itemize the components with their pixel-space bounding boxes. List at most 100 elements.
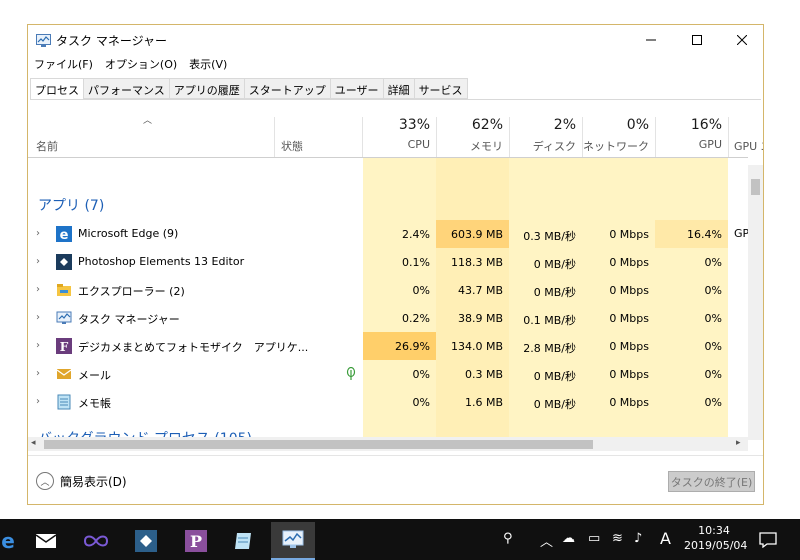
cpu-total[interactable]: 33% (364, 117, 430, 133)
chevron-right-icon[interactable]: › (36, 284, 40, 295)
chevron-right-icon[interactable]: › (36, 340, 40, 351)
process-row-task-manager[interactable]: › タスク マネージャー 0.2% 38.9 MB 0.1 MB/秒 0 Mbp… (28, 304, 748, 332)
column-header-disk[interactable]: ディスク (510, 138, 576, 154)
memory-value: 118.3 MB (450, 256, 503, 269)
edge-icon: e (1, 530, 15, 552)
gpu-value: 0% (704, 256, 722, 269)
maximize-button[interactable] (674, 25, 720, 55)
gpu-total[interactable]: 16% (656, 117, 722, 133)
people-icon[interactable]: ⚲ (503, 531, 513, 546)
cpu-value: 26.9% (363, 332, 436, 360)
disk-total[interactable]: 2% (510, 117, 576, 133)
horizontal-scroll-thumb[interactable] (44, 440, 593, 449)
action-center-icon[interactable] (759, 532, 777, 548)
menu-file[interactable]: ファイル(F) (34, 56, 93, 74)
group-title-apps[interactable]: アプリ (7) (38, 195, 104, 215)
horizontal-scrollbar[interactable]: ◂ ▸ (28, 437, 748, 451)
end-task-button[interactable]: タスクの終了(E) (668, 471, 755, 492)
simple-view-button[interactable]: ︿ 簡易表示(D) (36, 470, 127, 492)
process-row-notepad[interactable]: › メモ帳 0% 1.6 MB 0 MB/秒 0 Mbps 0% (28, 388, 748, 416)
process-row-photo-mosaic[interactable]: › F デジカメまとめてフォトモザイク アプリケ... 26.9% 134.0 … (28, 332, 748, 360)
tab-users[interactable]: ユーザー (330, 78, 384, 99)
taskbar-photoshop[interactable] (124, 522, 168, 560)
vertical-scroll-thumb[interactable] (751, 179, 760, 195)
svg-text:P: P (190, 532, 202, 551)
chevron-right-icon[interactable]: › (36, 396, 40, 407)
taskbar-task-manager[interactable] (271, 522, 315, 560)
menu-options[interactable]: オプション(O) (105, 56, 177, 74)
process-row-photoshop[interactable]: › Photoshop Elements 13 Editor 0.1% 118.… (28, 248, 748, 276)
chevron-right-icon[interactable]: › (36, 368, 40, 379)
network-value: 0 Mbps (609, 396, 649, 409)
photo-mosaic-app-icon: P (185, 530, 207, 552)
column-divider[interactable] (274, 117, 275, 157)
volume-icon[interactable]: ♪ (634, 531, 642, 546)
network-total[interactable]: 0% (583, 117, 649, 133)
process-row-mail[interactable]: › メール 0% 0.3 MB 0 MB/秒 0 Mbps 0% (28, 360, 748, 388)
tab-strip: プロセス パフォーマンス アプリの履歴 スタートアップ ユーザー 詳細 サービス (30, 78, 468, 100)
disk-value: 0 MB/秒 (533, 258, 576, 271)
taskbar-infinity-app[interactable] (74, 522, 118, 560)
infinity-icon (83, 535, 109, 547)
task-manager-icon (36, 34, 51, 47)
photoshop-elements-icon (56, 254, 72, 270)
sort-up-icon[interactable]: ︿ (143, 113, 152, 126)
photoshop-elements-icon (135, 530, 157, 552)
tab-processes[interactable]: プロセス (30, 78, 84, 100)
column-divider[interactable] (728, 117, 729, 157)
wifi-icon[interactable]: ≋ (612, 531, 623, 546)
tab-performance[interactable]: パフォーマンス (84, 78, 170, 99)
onedrive-cloud-icon[interactable]: ☁ (562, 531, 575, 546)
network-value: 0 Mbps (609, 284, 649, 297)
battery-icon[interactable]: ▭ (588, 531, 600, 546)
menu-view[interactable]: 表示(V) (189, 56, 227, 74)
column-header-gpu-engine[interactable]: GPU エ (734, 138, 763, 154)
network-value: 0 Mbps (609, 312, 649, 325)
minimize-button[interactable] (628, 25, 674, 55)
process-name: メール (78, 369, 111, 382)
notepad-icon (235, 533, 251, 549)
mail-icon (35, 534, 57, 548)
close-button[interactable] (719, 25, 765, 55)
process-row-explorer[interactable]: › エクスプローラー (2) 0% 43.7 MB 0 MB/秒 0 Mbps … (28, 276, 748, 304)
minimize-icon (646, 39, 656, 41)
tab-startup[interactable]: スタートアップ (244, 78, 331, 99)
chevron-right-icon[interactable]: › (36, 312, 40, 323)
column-header-status[interactable]: 状態 (281, 138, 303, 154)
column-header-network[interactable]: ネットワーク (583, 138, 649, 154)
scroll-right-icon[interactable]: ▸ (736, 438, 741, 448)
taskbar-mail[interactable] (24, 522, 68, 560)
column-header-name[interactable]: 名前 (36, 138, 58, 154)
cpu-value: 0% (412, 396, 430, 409)
chevron-up-icon[interactable]: ︿ (540, 531, 553, 550)
suspended-leaf-icon (346, 367, 356, 380)
tab-services[interactable]: サービス (414, 78, 468, 99)
gpu-engine-value: GP (734, 227, 750, 240)
clock[interactable]: 10:34 2019/05/04 (684, 523, 747, 553)
tab-details[interactable]: 詳細 (383, 78, 415, 99)
memory-value: 38.9 MB (457, 312, 503, 325)
ime-indicator[interactable]: A (660, 529, 671, 548)
column-header-gpu[interactable]: GPU (656, 138, 722, 151)
vertical-scrollbar[interactable] (748, 165, 763, 440)
cpu-value: 0.1% (402, 256, 430, 269)
memory-total[interactable]: 62% (437, 117, 503, 133)
memory-value: 43.7 MB (457, 284, 503, 297)
process-table: ︿ 名前 状態 33% CPU 62% メモリ 2% ディスク 0% ネットワー… (28, 101, 763, 451)
simple-view-label: 簡易表示(D) (60, 474, 127, 489)
task-manager-window: タスク マネージャー ファイル(F) オプション(O) 表示(V) プロセス パ… (27, 24, 764, 505)
chevron-right-icon[interactable]: › (36, 256, 40, 267)
header-divider (28, 157, 748, 158)
process-row-edge[interactable]: › e Microsoft Edge (9) 2.4% 603.9 MB 0.3… (28, 220, 750, 248)
process-name: メモ帳 (78, 397, 111, 410)
column-header-cpu[interactable]: CPU (364, 138, 430, 151)
scroll-left-icon[interactable]: ◂ (31, 438, 36, 448)
disk-value: 0 MB/秒 (533, 398, 576, 411)
taskbar-notepad[interactable] (222, 522, 266, 560)
tab-app-history[interactable]: アプリの履歴 (169, 78, 245, 99)
column-header-memory[interactable]: メモリ (437, 138, 503, 154)
column-divider[interactable] (362, 117, 363, 157)
taskbar-photo-mosaic[interactable]: P (174, 522, 218, 560)
chevron-right-icon[interactable]: › (36, 228, 40, 239)
title-bar[interactable]: タスク マネージャー (28, 25, 763, 55)
